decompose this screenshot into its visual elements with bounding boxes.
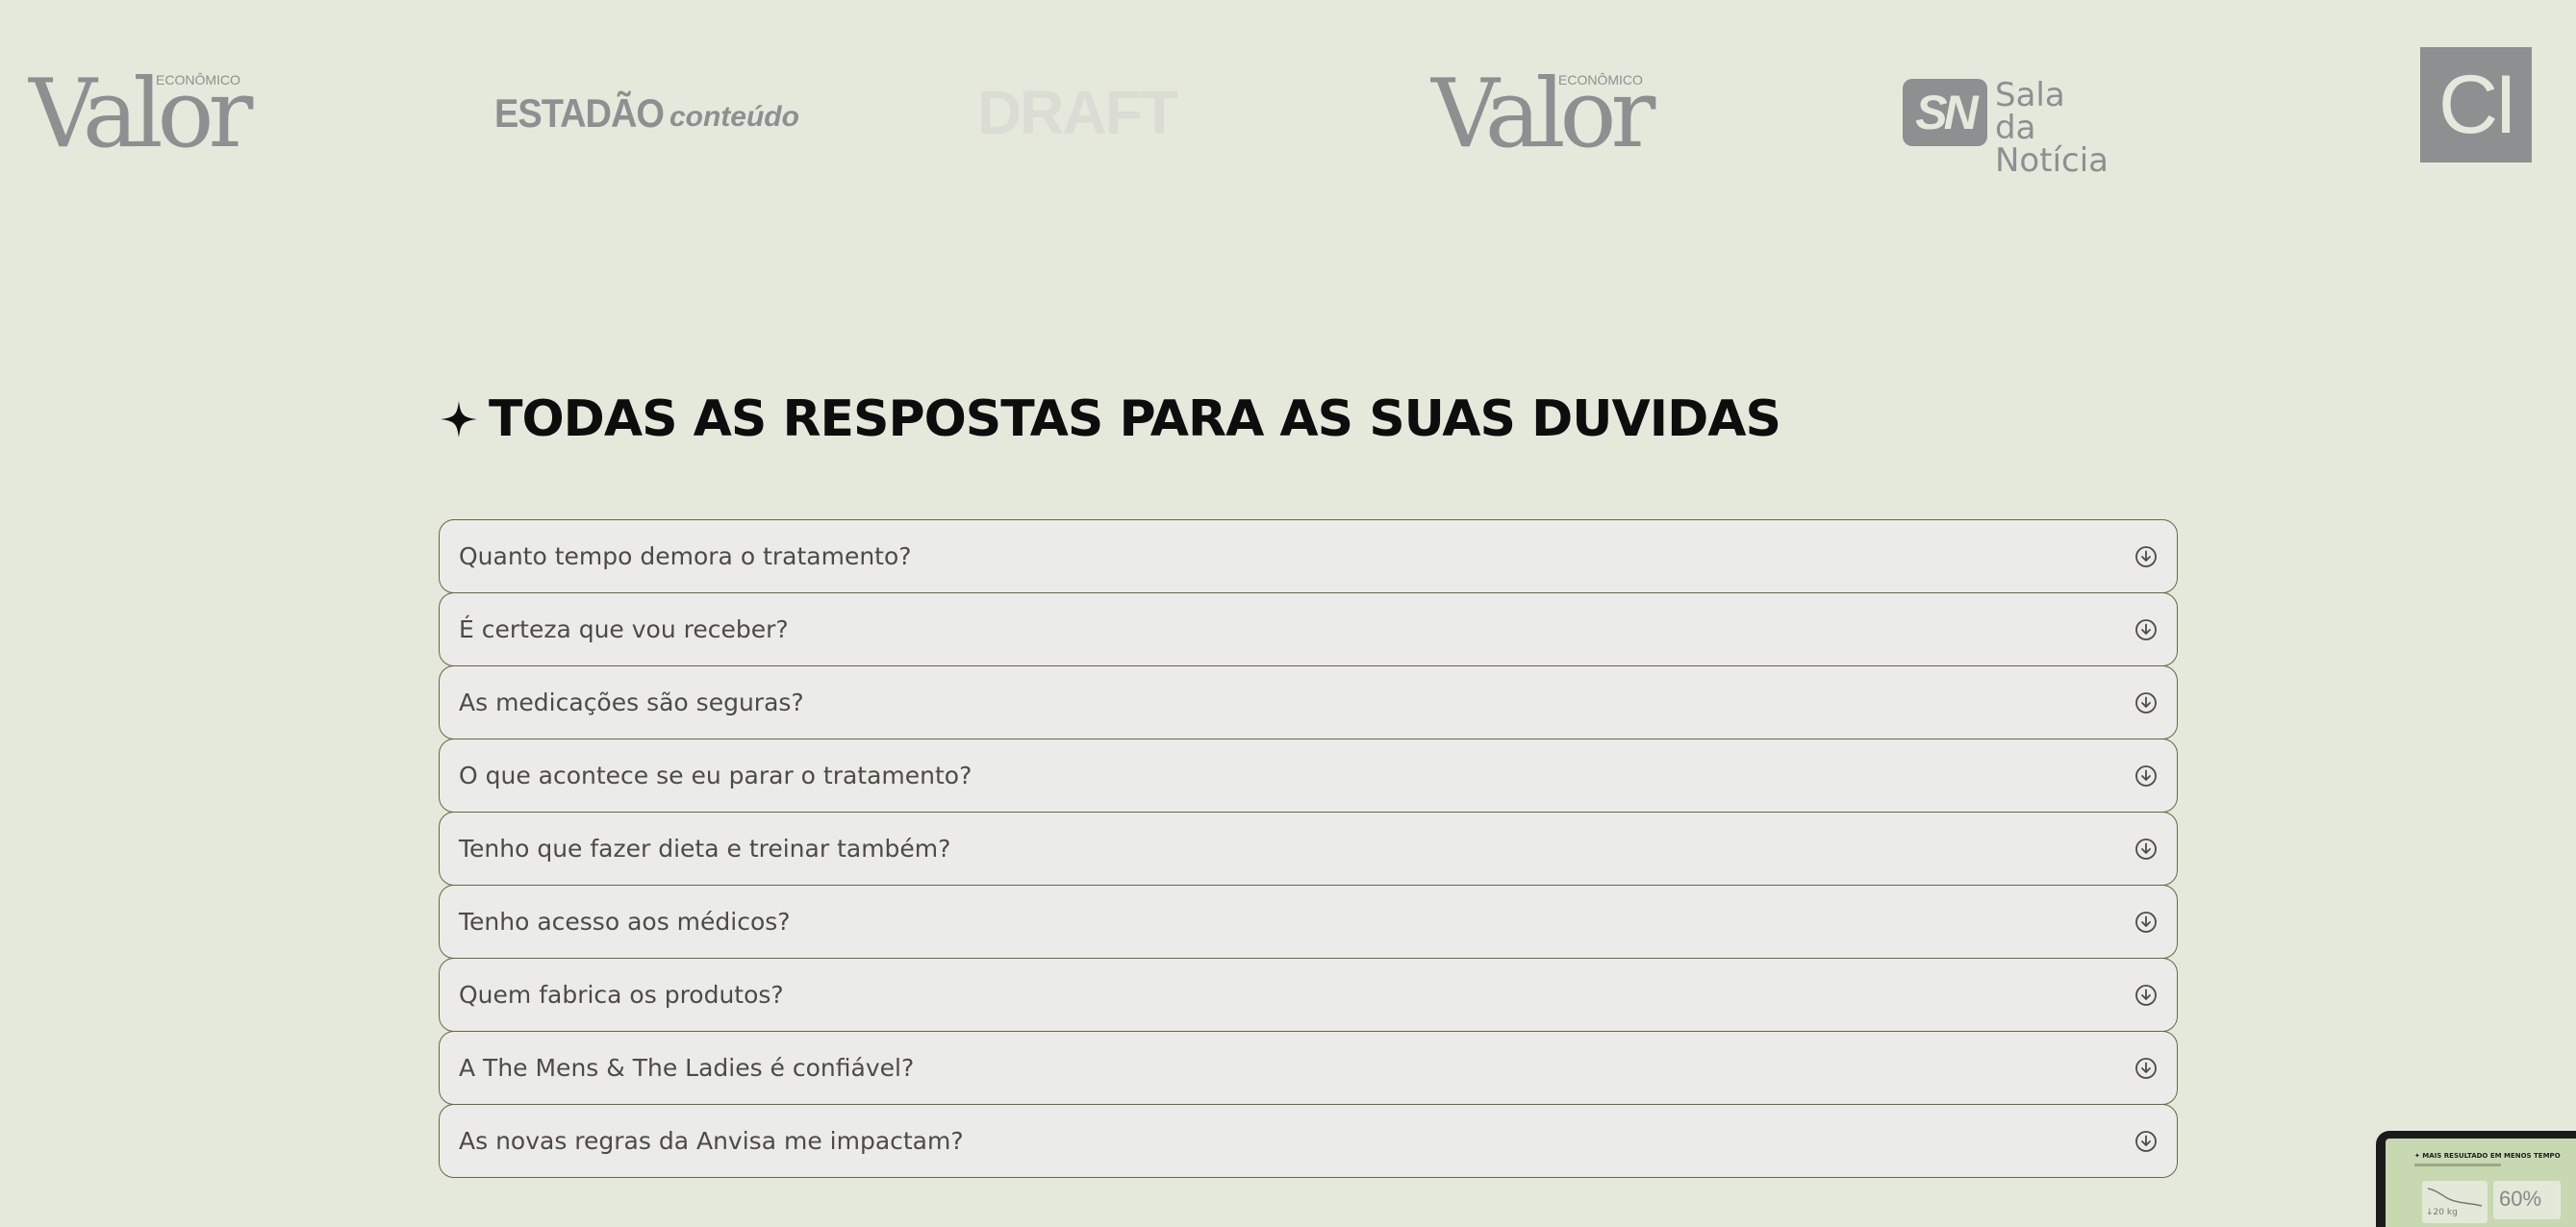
- faq-item[interactable]: As medicações são seguras?: [439, 665, 2178, 739]
- preview-screen: ✦ MAIS RESULTADO EM MENOS TEMPO ↓20 kg 6…: [2386, 1139, 2576, 1227]
- arrow-down-circle-icon[interactable]: [2134, 545, 2158, 568]
- faq-item[interactable]: As novas regras da Anvisa me impactam?: [439, 1104, 2178, 1178]
- arrow-down-circle-icon[interactable]: [2134, 764, 2158, 788]
- preview-weight-card: ↓20 kg: [2422, 1181, 2488, 1223]
- faq-item[interactable]: Tenho acesso aos médicos?: [439, 885, 2178, 959]
- faq-item[interactable]: É certeza que vou receber?: [439, 592, 2178, 666]
- faq-question: É certeza que vou receber?: [459, 615, 789, 643]
- preview-subtitle-bar: [2414, 1164, 2501, 1166]
- faq-item[interactable]: Tenho que fazer dieta e treinar também?: [439, 812, 2178, 886]
- estadao-conteudo-logo: ESTADÃO conteúdo: [494, 91, 799, 138]
- preview-weight-label: ↓20 kg: [2426, 1208, 2458, 1217]
- sn-mark: SN: [1903, 79, 1987, 146]
- faq-item[interactable]: O que acontece se eu parar o tratamento?: [439, 739, 2178, 813]
- press-logos-strip: ECONÔMICO Valor ESTADÃO conteúdo DRAFT EC…: [0, 0, 2576, 212]
- faq-question: As novas regras da Anvisa me impactam?: [459, 1127, 964, 1155]
- faq-heading: TODAS AS RESPOSTAS PARA AS SUAS DUVIDAS: [439, 388, 1781, 450]
- preview-title: ✦ MAIS RESULTADO EM MENOS TEMPO: [2414, 1152, 2561, 1160]
- faq-title-text: TODAS AS RESPOSTAS PARA AS SUAS DUVIDAS: [489, 390, 1781, 448]
- ci-logo: CI: [2420, 47, 2532, 163]
- draft-logo: DRAFT: [977, 78, 1178, 147]
- arrow-down-circle-icon[interactable]: [2134, 1057, 2158, 1080]
- valor-economico-logo: ECONÔMICO Valor: [29, 60, 253, 169]
- star-icon: [441, 401, 477, 438]
- arrow-down-circle-icon[interactable]: [2134, 911, 2158, 934]
- faq-question: Quanto tempo demora o tratamento?: [459, 542, 912, 570]
- faq-item[interactable]: A The Mens & The Ladies é confiável?: [439, 1031, 2178, 1105]
- faq-item[interactable]: Quanto tempo demora o tratamento?: [439, 519, 2178, 593]
- faq-question: As medicações são seguras?: [459, 689, 804, 716]
- arrow-down-circle-icon[interactable]: [2134, 1130, 2158, 1153]
- trend-line-icon: [2427, 1188, 2483, 1207]
- device-preview-thumbnail[interactable]: ✦ MAIS RESULTADO EM MENOS TEMPO ↓20 kg 6…: [2376, 1131, 2576, 1227]
- faq-question: Tenho que fazer dieta e treinar também?: [459, 835, 951, 863]
- faq-item[interactable]: Quem fabrica os produtos?: [439, 958, 2178, 1032]
- faq-question: O que acontece se eu parar o tratamento?: [459, 762, 972, 789]
- arrow-down-circle-icon[interactable]: [2134, 838, 2158, 861]
- faq-question: Tenho acesso aos médicos?: [459, 908, 791, 936]
- faq-accordion: Quanto tempo demora o tratamento? É cert…: [439, 519, 2178, 1178]
- faq-question: A The Mens & The Ladies é confiável?: [459, 1054, 915, 1082]
- faq-question: Quem fabrica os produtos?: [459, 981, 784, 1009]
- preview-percent-label: 60%: [2499, 1187, 2542, 1211]
- valor-economico-logo-2: ECONÔMICO Valor: [1431, 60, 1655, 169]
- arrow-down-circle-icon[interactable]: [2134, 691, 2158, 714]
- preview-percent-card: 60%: [2493, 1181, 2561, 1219]
- arrow-down-circle-icon[interactable]: [2134, 984, 2158, 1007]
- arrow-down-circle-icon[interactable]: [2134, 618, 2158, 641]
